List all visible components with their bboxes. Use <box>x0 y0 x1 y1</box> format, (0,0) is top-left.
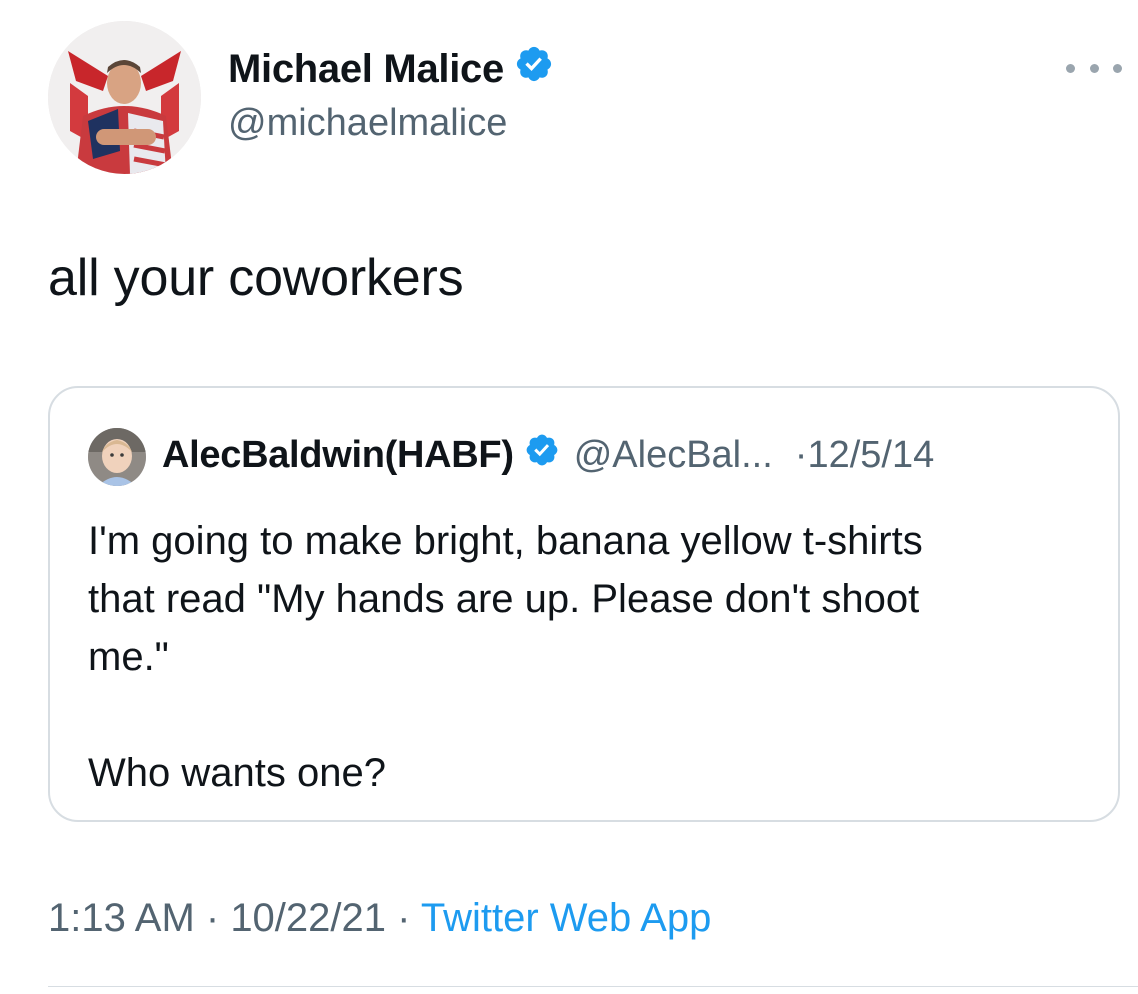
tweet-time[interactable]: 1:13 AM <box>48 896 195 940</box>
divider <box>48 986 1138 987</box>
tweet: Michael Malice @michaelmalice all your c… <box>0 0 1138 994</box>
metadata-separator: · <box>194 896 231 940</box>
more-dot-icon <box>1066 63 1075 73</box>
author-avatar[interactable] <box>48 21 201 174</box>
tweet-source-link[interactable]: Twitter Web App <box>421 896 712 940</box>
author-display-name[interactable]: Michael Malice <box>228 44 554 94</box>
quoted-tweet-header: AlecBaldwin(HABF) @AlecBal... ·12/5/14 <box>162 432 934 478</box>
more-dot-icon <box>1089 63 1099 73</box>
author-handle[interactable]: @michaelmalice <box>228 102 507 145</box>
quoted-tweet-card[interactable]: AlecBaldwin(HABF) @AlecBal... ·12/5/14 I… <box>48 386 1120 822</box>
metadata-separator: · <box>386 896 421 940</box>
quoted-author-avatar[interactable] <box>88 428 146 486</box>
more-dot-icon <box>1113 63 1122 73</box>
tweet-date[interactable]: 10/22/21 <box>230 896 386 940</box>
verified-badge-icon <box>524 432 560 478</box>
quoted-tweet-date[interactable]: ·12/5/14 <box>795 434 934 477</box>
author-name-text: Michael Malice <box>228 46 504 91</box>
more-options-button[interactable] <box>1066 56 1122 80</box>
quoted-avatar-image <box>88 428 146 486</box>
quoted-tweet-text: I'm going to make bright, banana yellow … <box>88 519 923 795</box>
quoted-author-name[interactable]: AlecBaldwin(HABF) <box>162 434 514 477</box>
verified-badge-icon <box>514 44 554 94</box>
author-avatar-image <box>48 21 201 174</box>
quoted-date-text: 12/5/14 <box>807 433 935 476</box>
date-separator: · <box>794 433 808 476</box>
tweet-text: all your coworkers <box>48 249 464 307</box>
quoted-author-handle[interactable]: @AlecBal... <box>574 434 773 477</box>
tweet-metadata: 1:13 AM · 10/22/21 · Twitter Web App <box>48 896 711 941</box>
